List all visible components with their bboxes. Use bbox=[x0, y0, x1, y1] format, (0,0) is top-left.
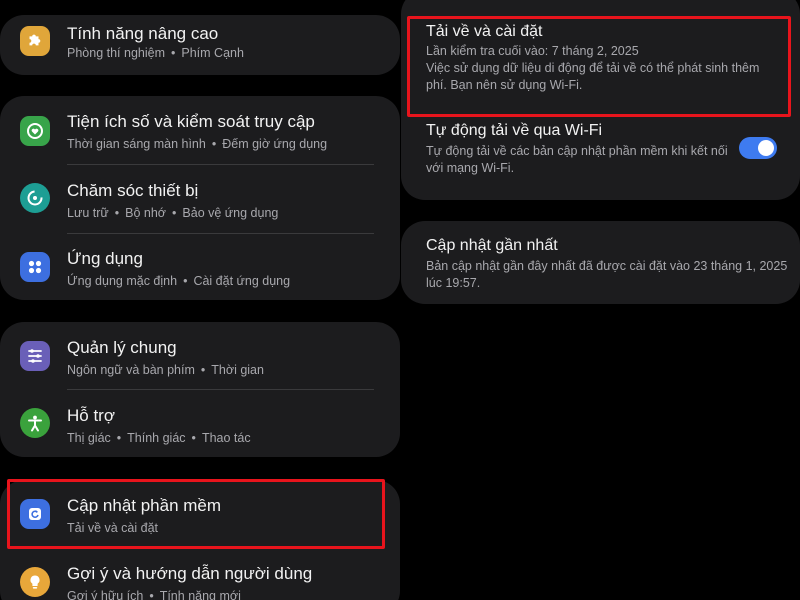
tips-subtitle: Gợi ý hữu ích • Tính năng mới bbox=[67, 589, 241, 600]
settings-card-group-2: Tiện ích số và kiểm soát truy cập Thời g… bbox=[0, 96, 400, 300]
general-management-subtitle: Ngôn ngữ và bàn phím • Thời gian bbox=[67, 363, 264, 377]
auto-download-wifi-item[interactable]: Tự động tải về qua Wi-Fi Tự động tải về … bbox=[401, 113, 800, 188]
highlight-download-install bbox=[407, 16, 791, 117]
last-update-card: Cập nhật gần nhất Bản cập nhật gần đây n… bbox=[401, 221, 800, 304]
highlight-software-update bbox=[7, 479, 385, 549]
settings-item-advanced-features[interactable]: Tính năng nâng cao Phòng thí nghiệm • Phím… bbox=[0, 15, 400, 75]
puzzle-icon bbox=[29, 34, 41, 46]
last-update-title: Cập nhật gần nhất bbox=[426, 237, 558, 254]
settings-card-group-3: Quản lý chung Ngôn ngữ và bàn phím • Thời … bbox=[0, 322, 400, 457]
accessibility-person-icon bbox=[28, 415, 42, 432]
last-update-desc-line2: lúc 19:57. bbox=[426, 276, 481, 290]
digital-wellbeing-subtitle: Thời gian sáng màn hình • Đếm giờ ứng dụng bbox=[67, 137, 328, 151]
auto-download-wifi-desc-line2: với mạng Wi-Fi. bbox=[426, 161, 515, 175]
apps-icon-bg bbox=[20, 252, 50, 282]
advanced-features-icon-bg bbox=[20, 26, 50, 56]
tips-title: Gợi ý và hướng dẫn người dùng bbox=[67, 564, 313, 583]
refresh-ring-icon bbox=[27, 190, 43, 206]
device-care-subtitle: Lưu trữ • Bộ nhớ • Bảo vệ ứng dụng bbox=[67, 206, 279, 220]
advanced-features-title: Tính năng nâng cao bbox=[67, 24, 219, 43]
device-care-icon-bg bbox=[20, 183, 50, 213]
four-dots-icon bbox=[28, 260, 42, 274]
lightbulb-icon bbox=[30, 575, 40, 589]
settings-item-apps[interactable]: Ứng dụng Ứng dụng mặc định • Cài đặt ứng d… bbox=[0, 249, 400, 299]
last-update-item[interactable]: Cập nhật gần nhất Bản cập nhật gần đây n… bbox=[401, 221, 800, 304]
accessibility-title: Hỗ trợ bbox=[67, 406, 115, 425]
divider bbox=[67, 164, 374, 165]
wellbeing-icon-bg bbox=[20, 116, 50, 146]
general-management-title: Quản lý chung bbox=[67, 338, 177, 357]
apps-title: Ứng dụng bbox=[67, 249, 143, 268]
sliders-icon bbox=[28, 349, 42, 363]
settings-card-advanced: Tính năng nâng cao Phòng thí nghiệm • Phím… bbox=[0, 15, 400, 75]
last-update-desc-line1: Bản cập nhật gần đây nhất đã được cài đặ… bbox=[426, 259, 788, 273]
device-care-title: Chăm sóc thiết bị bbox=[67, 181, 199, 200]
settings-item-device-care[interactable]: Chăm sóc thiết bị Lưu trữ • Bộ nhớ • Bảo vệ … bbox=[0, 181, 400, 231]
divider bbox=[67, 389, 374, 390]
divider bbox=[67, 233, 374, 234]
apps-subtitle: Ứng dụng mặc định • Cài đặt ứng dụng bbox=[67, 274, 291, 288]
tips-icon-bg bbox=[20, 567, 50, 597]
heart-ring-icon bbox=[27, 123, 43, 139]
auto-download-wifi-toggle[interactable] bbox=[739, 137, 777, 159]
settings-item-general-management[interactable]: Quản lý chung Ngôn ngữ và bàn phím • Thời … bbox=[0, 338, 400, 388]
settings-item-accessibility[interactable]: Hỗ trợ Thị giác • Thính giác • Thao tác bbox=[0, 406, 400, 456]
accessibility-icon-bg bbox=[20, 408, 50, 438]
toggle-knob bbox=[758, 140, 774, 156]
auto-download-wifi-desc-line1: Tự động tải về các bản cập nhật phần mềm… bbox=[426, 144, 728, 158]
settings-item-tips[interactable]: Gợi ý và hướng dẫn người dùng Gợi ý hữu … bbox=[0, 564, 400, 600]
advanced-features-subtitle: Phòng thí nghiệm • Phím Cạnh bbox=[67, 46, 244, 60]
settings-item-digital-wellbeing[interactable]: Tiện ích số và kiểm soát truy cập Thời g… bbox=[0, 112, 400, 162]
accessibility-subtitle: Thị giác • Thính giác • Thao tác bbox=[67, 431, 251, 445]
general-management-icon-bg bbox=[20, 341, 50, 371]
auto-download-wifi-title: Tự động tải về qua Wi-Fi bbox=[426, 122, 603, 139]
digital-wellbeing-title: Tiện ích số và kiểm soát truy cập bbox=[67, 112, 315, 131]
